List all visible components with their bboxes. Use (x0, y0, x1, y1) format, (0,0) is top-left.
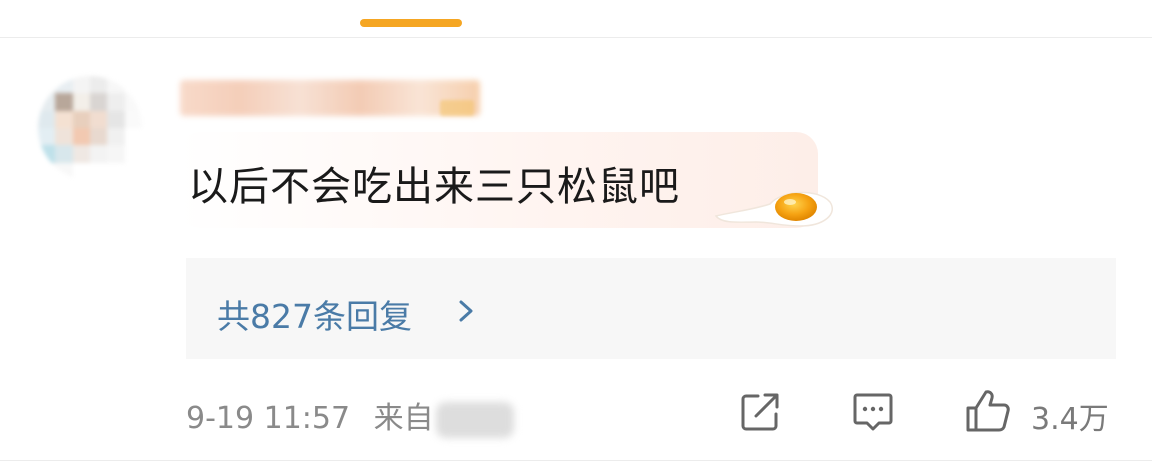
chevron-right-icon[interactable] (456, 297, 476, 325)
source-name-blurred (435, 401, 514, 438)
bottom-divider (0, 460, 1152, 461)
comment-meta: 9-19 11:57 来自 (186, 393, 514, 438)
top-divider (0, 37, 1152, 38)
thumbs-up-icon[interactable] (964, 388, 1012, 434)
share-icon[interactable] (738, 390, 782, 434)
reply-count-link[interactable]: 共827条回复 (217, 290, 412, 338)
user-badge-icon (440, 100, 474, 116)
username-blurred[interactable] (180, 80, 480, 116)
avatar[interactable] (38, 76, 142, 180)
fried-egg-icon (714, 191, 833, 227)
source-prefix: 来自 (373, 401, 434, 436)
like-count: 3.4万 (1031, 402, 1109, 437)
comment-icon[interactable] (851, 390, 895, 434)
active-tab-indicator (360, 19, 462, 27)
timestamp: 9-19 11:57 (186, 401, 351, 436)
comment-text: 以后不会吃出来三只松鼠吧 (188, 164, 680, 210)
